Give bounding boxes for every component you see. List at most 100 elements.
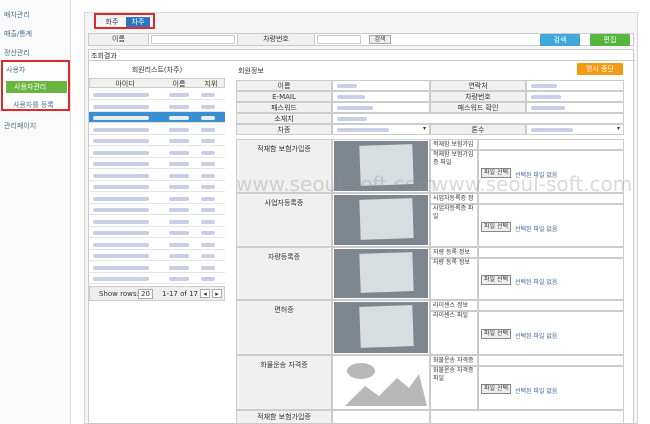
table-row[interactable] <box>89 101 225 112</box>
doc-file-cell: 파일 선택 선택된 파일 없음 <box>478 366 624 410</box>
chevron-down-icon[interactable]: ▾ <box>617 125 620 132</box>
file-select-button[interactable]: 파일 선택 <box>481 329 511 339</box>
doc-info-label: 라이센스 정보 <box>430 300 478 311</box>
table-row[interactable] <box>89 147 225 158</box>
next-page-icon[interactable]: ▸ <box>212 289 222 298</box>
doc-info-input[interactable] <box>478 139 624 150</box>
col-status[interactable]: 지위 <box>197 79 225 89</box>
sidebar-item-admin[interactable]: 관리페이지 <box>4 121 36 131</box>
watermark: www.seoul-soft.com <box>432 172 633 196</box>
table-row[interactable] <box>89 89 225 100</box>
edit-button[interactable]: 편집 <box>590 34 630 46</box>
field-label-address: 소재지 <box>236 113 332 124</box>
field-input-contact[interactable] <box>526 80 624 91</box>
table-row[interactable] <box>89 250 225 261</box>
member-list: 회원리스트(차주) 아이디 이름 지위 Show rows: 20 1-17 o… <box>89 62 225 400</box>
show-rows-label: Show rows: <box>99 290 139 298</box>
prev-page-icon[interactable]: ◂ <box>200 289 210 298</box>
doc-image-cell <box>332 410 430 424</box>
field-label-password: 패스워드 <box>236 102 332 113</box>
table-row[interactable] <box>89 239 225 250</box>
doc-image-cell <box>332 355 430 410</box>
field-label-name: 이름 <box>236 80 332 91</box>
detail-title: 회원정보 <box>238 67 264 75</box>
doc-label: 자량등록증 <box>236 247 332 300</box>
field-input-vehicle_no[interactable] <box>526 91 624 102</box>
name-input[interactable] <box>151 35 235 44</box>
doc-info-input[interactable] <box>478 247 624 258</box>
sidebar: 배차관리 매출/통계 정산관리 사용자 사용자관리 사용자를 등록 관리페이지 <box>0 0 71 424</box>
doc-empty-cell <box>430 410 624 424</box>
field-label-password_confirm: 패스워드 확인 <box>430 102 526 113</box>
pager: Show rows: 20 1-17 of 17 ◂ ▸ <box>89 286 225 301</box>
sidebar-item-dispatch[interactable]: 배차관리 <box>4 10 30 20</box>
chevron-down-icon[interactable]: ▾ <box>423 125 426 132</box>
no-file-text: 선택된 파일 없음 <box>515 333 558 340</box>
field-label-vehicle_no: 차량번호 <box>430 91 526 102</box>
tab-driver[interactable]: 차주 <box>126 17 150 27</box>
doc-file-label: 자량 등록 정보 <box>430 258 478 300</box>
table-row[interactable] <box>89 135 225 146</box>
file-select-button[interactable]: 파일 선택 <box>481 384 511 394</box>
page: 배차관리 매출/통계 정산관리 사용자 사용자관리 사용자를 등록 관리페이지 … <box>0 0 650 424</box>
sidebar-item-sales[interactable]: 매출/통계 <box>4 29 32 39</box>
col-id[interactable]: 아이디 <box>89 79 161 89</box>
sidebar-item-user-manage[interactable]: 사용자관리 <box>6 81 67 93</box>
field-input-password[interactable] <box>332 102 430 113</box>
doc-label: 화물운송 자격증 <box>236 355 332 410</box>
vehicle-number-label: 차량번호 <box>237 34 315 45</box>
field-label-vehicle: 차종 <box>236 124 332 135</box>
doc-file-label: 사업자등록증 파일 <box>430 204 478 247</box>
field-input-name[interactable] <box>332 80 430 91</box>
table-row[interactable] <box>89 170 225 181</box>
watermark: www.seoul-soft.com <box>236 172 437 196</box>
table-row[interactable] <box>89 273 225 284</box>
doc-file-label: 라이센스 파일 <box>430 311 478 355</box>
vehicle-number-input[interactable] <box>317 35 361 44</box>
field-input-email[interactable] <box>332 91 430 102</box>
table-row[interactable] <box>89 216 225 227</box>
sidebar-user-group: 사용자 사용자관리 사용자를 등록 <box>1 60 70 111</box>
file-select-button[interactable]: 파일 선택 <box>481 222 511 232</box>
field-input-vehicle[interactable]: ▾ <box>332 124 430 135</box>
table-row[interactable] <box>89 262 225 273</box>
doc-image-cell <box>332 247 430 300</box>
doc-label: 사업자등록증 <box>236 193 332 247</box>
table-row[interactable] <box>89 193 225 204</box>
sidebar-item-user[interactable]: 사용자 <box>6 65 25 75</box>
doc-label: 적재함 보험가입증 <box>236 410 332 424</box>
field-input-password_confirm[interactable] <box>526 102 624 113</box>
tab-shipper[interactable]: 화주 <box>100 17 124 27</box>
table-row[interactable] <box>89 158 225 169</box>
doc-info-label: 적재함 보험가입 <box>430 139 478 150</box>
col-name[interactable]: 이름 <box>161 79 197 89</box>
doc-label: 면허증 <box>236 300 332 355</box>
table-row[interactable] <box>89 112 225 123</box>
sidebar-item-settlement[interactable]: 정산관리 <box>4 48 30 58</box>
field-input-address[interactable] <box>332 113 624 124</box>
rows-select[interactable]: 20 <box>138 289 153 299</box>
document-thumbnail <box>334 249 428 298</box>
document-thumbnail <box>334 195 428 245</box>
sidebar-item-user-register[interactable]: 사용자를 등록 <box>13 100 54 110</box>
field-input-tonnage[interactable]: ▾ <box>526 124 624 135</box>
doc-image-cell <box>332 300 430 355</box>
table-row[interactable] <box>89 227 225 238</box>
doc-info-input[interactable] <box>478 355 624 366</box>
table-row[interactable] <box>89 124 225 135</box>
divider <box>89 60 635 61</box>
file-select-button[interactable]: 파일 선택 <box>481 275 511 285</box>
doc-file-label: 화물운송 자격증 파일 <box>430 366 478 410</box>
image-placeholder-icon <box>345 363 427 406</box>
no-file-text: 선택된 파일 없음 <box>515 388 558 395</box>
table-row[interactable] <box>89 181 225 192</box>
search-button[interactable]: 검색 <box>540 34 580 46</box>
field-label-tonnage: 톤수 <box>430 124 526 135</box>
table-row[interactable] <box>89 204 225 215</box>
doc-info-input[interactable] <box>478 300 624 311</box>
list-title: 회원리스트(차주) <box>131 66 183 74</box>
inline-search-button[interactable]: 검색 <box>369 35 391 44</box>
stop-button[interactable]: 명시 중단 <box>577 63 623 75</box>
name-label: 이름 <box>89 34 149 45</box>
tab-group: 화주 차주 <box>94 13 155 29</box>
